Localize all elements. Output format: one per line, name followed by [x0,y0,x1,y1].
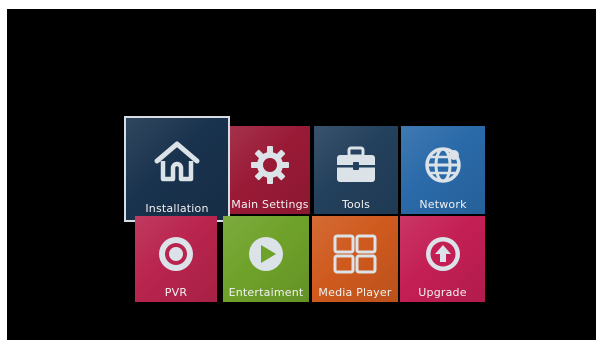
upgrade-arrow-icon [418,229,468,279]
tile-label: Upgrade [418,286,467,299]
tile-label: Media Player [318,286,392,299]
tile-label: Network [419,198,467,211]
record-icon [151,229,201,279]
globe-icon [418,140,468,190]
tv-screen: Installation Main Settings Tools Network… [7,9,596,340]
tile-label: PVR [164,286,188,299]
tile-pvr[interactable]: PVR [135,216,217,302]
tile-label: Main Settings [231,198,309,211]
grid-icon [330,229,380,279]
tile-installation[interactable]: Installation [124,116,230,222]
tile-upgrade[interactable]: Upgrade [400,216,485,302]
gear-icon [245,140,295,190]
tile-label: Entertaiment [228,286,304,299]
home-icon [152,136,202,186]
tile-network[interactable]: Network [401,126,485,214]
tile-entertainment[interactable]: Entertaiment [223,216,309,302]
tile-main-settings[interactable]: Main Settings [230,126,310,214]
tile-tools[interactable]: Tools [314,126,398,214]
tile-label: Tools [341,198,371,211]
tile-media-player[interactable]: Media Player [312,216,398,302]
play-icon [241,229,291,279]
toolbox-icon [331,140,381,190]
tile-label: Installation [145,202,209,215]
